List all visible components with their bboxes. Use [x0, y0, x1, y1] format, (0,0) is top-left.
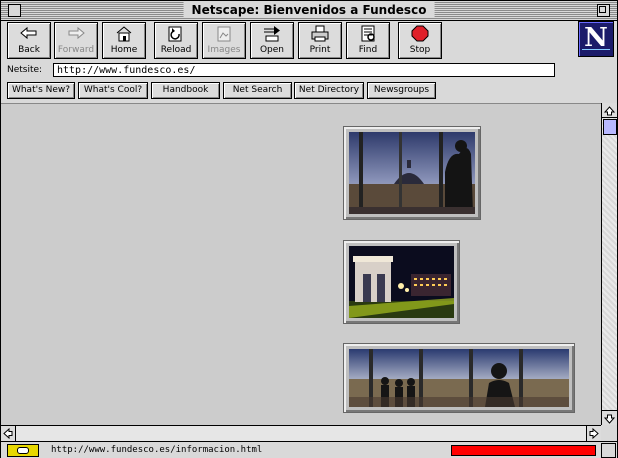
find-icon — [361, 25, 375, 42]
page-content — [1, 103, 601, 426]
images-label: Images — [207, 45, 241, 55]
url-field[interactable]: http://www.fundesco.es/ — [53, 63, 555, 77]
up-arrow-icon — [603, 106, 616, 116]
scroll-up-arrow[interactable] — [602, 103, 617, 118]
print-label: Print — [309, 45, 331, 55]
left-arrow-icon — [3, 427, 13, 440]
forward-label: Forward — [57, 45, 95, 55]
open-label: Open — [259, 45, 285, 55]
scroll-down-arrow[interactable] — [602, 410, 617, 425]
security-key-icon[interactable] — [7, 444, 39, 457]
print-icon — [311, 25, 329, 42]
statue-window-image — [349, 132, 475, 214]
title-bar[interactable]: Netscape: Bienvenidos a Fundesco — [1, 1, 617, 21]
monument-night-image — [349, 246, 454, 318]
handbook-button[interactable]: Handbook — [151, 82, 220, 99]
right-arrow-icon — [589, 427, 599, 440]
photo-silhouettes-window[interactable] — [343, 343, 575, 413]
whats-cool-button[interactable]: What's Cool? — [78, 82, 148, 99]
progress-bar — [451, 445, 596, 456]
horizontal-scrollbar[interactable] — [1, 425, 601, 441]
size-box[interactable] — [601, 443, 616, 458]
silhouettes-window-image — [349, 349, 569, 407]
location-bar: Netsite: http://www.fundesco.es/ — [1, 62, 617, 80]
open-button[interactable]: Open — [250, 22, 294, 59]
home-icon — [116, 26, 132, 42]
open-icon — [264, 26, 280, 42]
stop-button[interactable]: Stop — [398, 22, 442, 59]
scroll-right-arrow[interactable] — [586, 426, 601, 441]
netscape-logo[interactable]: N — [578, 21, 614, 57]
stop-icon — [411, 25, 429, 42]
back-arrow-icon — [20, 26, 37, 40]
reload-button[interactable]: Reload — [154, 22, 198, 59]
home-label: Home — [110, 45, 138, 55]
zoom-box[interactable] — [597, 4, 610, 17]
forward-button[interactable]: Forward — [54, 22, 98, 59]
vertical-scroll-thumb[interactable] — [603, 119, 617, 135]
images-icon — [217, 26, 231, 42]
photo-monument-night[interactable] — [343, 240, 460, 324]
directory-buttons: What's New? What's Cool? Handbook Net Se… — [1, 82, 617, 100]
whats-new-button[interactable]: What's New? — [7, 82, 75, 99]
forward-arrow-icon — [68, 26, 85, 40]
toolbar: Back Forward Home Reload Images Open Pri… — [1, 21, 617, 61]
scroll-left-arrow[interactable] — [1, 426, 16, 441]
status-bar: http://www.fundesco.es/informacion.html — [1, 441, 617, 458]
reload-label: Reload — [160, 45, 192, 55]
browser-window: Netscape: Bienvenidos a Fundesco Back Fo… — [0, 0, 618, 458]
back-button[interactable]: Back — [7, 22, 51, 59]
netscape-logo-letter: N — [584, 23, 608, 53]
stop-label: Stop — [409, 45, 431, 55]
print-button[interactable]: Print — [298, 22, 342, 59]
location-label: Netsite: — [7, 65, 43, 75]
close-box[interactable] — [8, 4, 21, 17]
down-arrow-icon — [603, 414, 616, 424]
find-label: Find — [358, 45, 378, 55]
newsgroups-button[interactable]: Newsgroups — [367, 82, 436, 99]
net-search-button[interactable]: Net Search — [223, 82, 292, 99]
home-button[interactable]: Home — [102, 22, 146, 59]
back-label: Back — [18, 45, 40, 55]
find-button[interactable]: Find — [346, 22, 390, 59]
vertical-scroll-track[interactable] — [602, 118, 617, 410]
vertical-scrollbar[interactable] — [601, 103, 617, 425]
net-directory-button[interactable]: Net Directory — [294, 82, 364, 99]
images-button[interactable]: Images — [202, 22, 246, 59]
window-title: Netscape: Bienvenidos a Fundesco — [183, 2, 435, 18]
status-message: http://www.fundesco.es/informacion.html — [51, 445, 263, 455]
photo-statue-window[interactable] — [343, 126, 481, 220]
reload-icon — [168, 26, 182, 42]
